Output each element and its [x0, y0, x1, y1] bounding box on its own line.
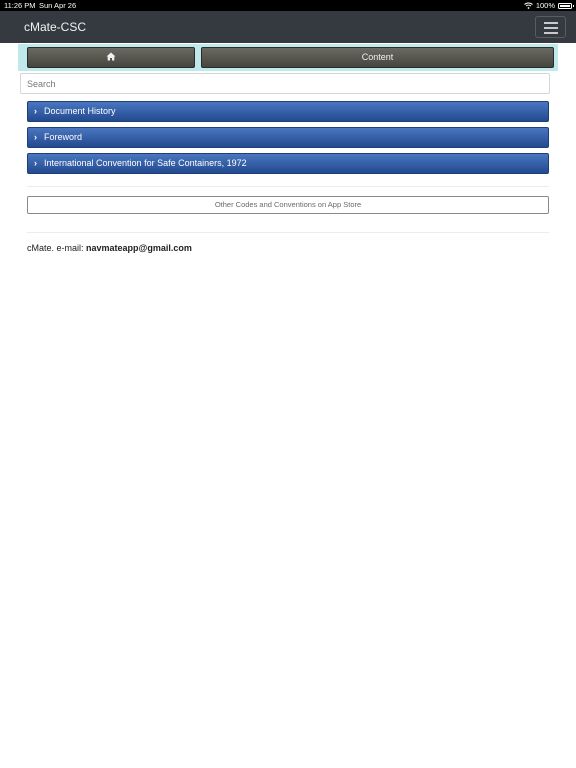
hamburger-icon: [544, 22, 558, 24]
app-store-button[interactable]: Other Codes and Conventions on App Store: [27, 196, 549, 214]
content-button[interactable]: Content: [201, 47, 554, 68]
hamburger-icon: [544, 27, 558, 29]
wifi-icon: [523, 2, 533, 9]
battery-icon: [558, 2, 574, 9]
footer-contact: cMate. e-mail: navmateapp@gmail.com: [27, 243, 192, 253]
list-item-label: Foreword: [44, 132, 83, 142]
home-icon: [106, 52, 116, 61]
home-button[interactable]: [27, 47, 195, 68]
top-toolbar: Content: [18, 44, 558, 71]
email-link[interactable]: navmateapp@gmail.com: [86, 243, 192, 253]
divider: [27, 186, 549, 187]
navbar: cMate-CSC: [0, 11, 576, 43]
search-input[interactable]: [20, 73, 550, 94]
menu-toggle-button[interactable]: [535, 16, 566, 38]
chevron-right-icon: ›: [34, 158, 37, 168]
status-date: Sun Apr 26: [39, 1, 77, 10]
list-item-label: Document History: [44, 106, 116, 116]
chevron-right-icon: ›: [34, 106, 37, 116]
status-right: 100%: [523, 0, 574, 11]
list-item-convention[interactable]: › International Convention for Safe Conta…: [27, 153, 549, 174]
status-bar: 11:26 PM Sun Apr 26 100%: [0, 0, 576, 11]
battery-percent: 100%: [535, 1, 555, 10]
divider: [27, 232, 549, 233]
list-item-document-history[interactable]: › Document History: [27, 101, 549, 122]
list-item-label: International Convention for Safe Contai…: [44, 158, 247, 168]
hamburger-icon: [544, 32, 558, 34]
status-time: 11:26 PM: [4, 1, 36, 10]
chevron-right-icon: ›: [34, 132, 37, 142]
app-title[interactable]: cMate-CSC: [24, 11, 86, 43]
footer-prefix: cMate. e-mail:: [27, 243, 84, 253]
list-item-foreword[interactable]: › Foreword: [27, 127, 549, 148]
